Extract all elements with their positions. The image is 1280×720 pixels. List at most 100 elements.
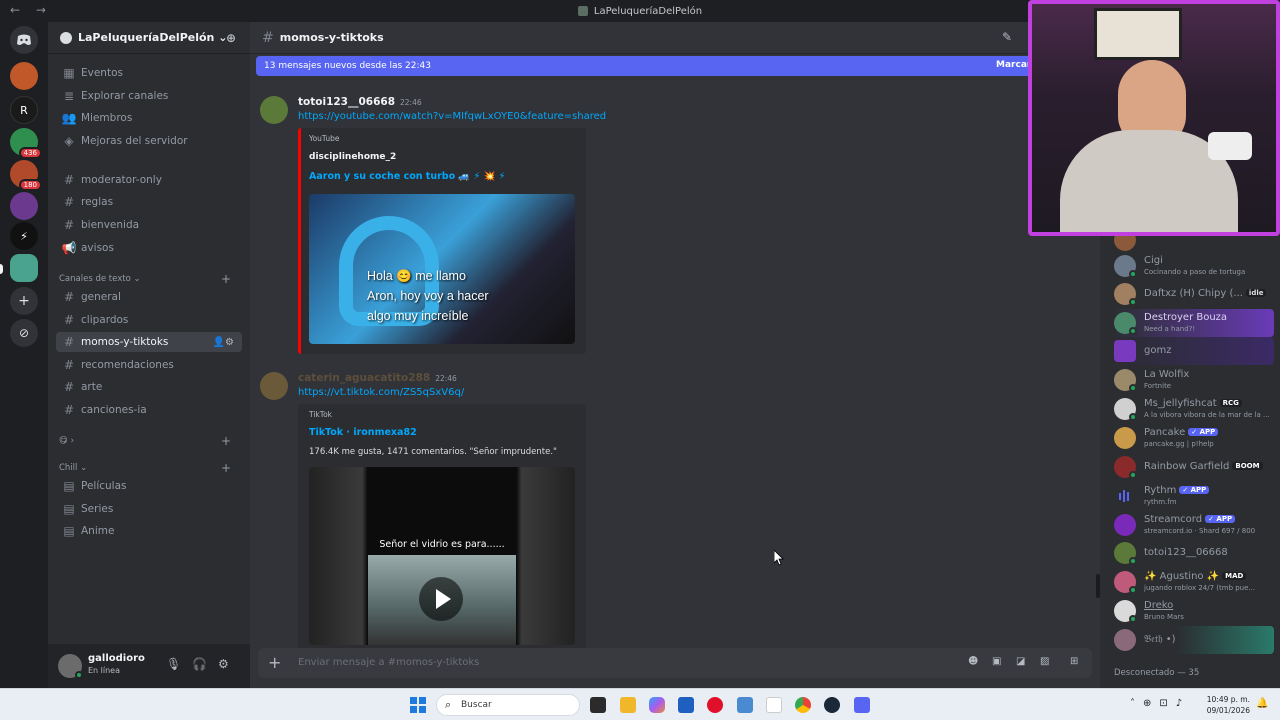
clock[interactable]: 10:49 p. m. 09/01/2026: [1207, 694, 1250, 716]
sidebar-item-eventos[interactable]: ▦ Eventos: [56, 63, 242, 83]
avatar: [1114, 427, 1136, 449]
invite-people-icon[interactable]: ⊕: [226, 31, 236, 45]
member-item[interactable]: Destroyer Bouza Need a hand?!: [1112, 309, 1274, 337]
browse-icon: ≣: [63, 89, 75, 103]
channel-anime[interactable]: ▤ Anime: [56, 521, 242, 541]
headphones-icon[interactable]: 🎧: [192, 657, 207, 671]
member-item[interactable]: totoi123__06668: [1112, 539, 1274, 567]
add-channel-icon[interactable]: +: [221, 272, 231, 286]
channel-peliculas[interactable]: ▤ Películas: [56, 476, 242, 496]
member-item[interactable]: Cigi Cocinando a paso de tortuga: [1112, 252, 1274, 280]
sidebar-item-mejoras[interactable]: ◈ Mejoras del servidor: [56, 131, 242, 151]
category-chill[interactable]: Chill ⌄ +: [59, 461, 241, 475]
microphone-icon[interactable]: 🎙: [166, 657, 181, 671]
steam-icon[interactable]: [824, 697, 840, 713]
channel-series[interactable]: ▤ Series: [56, 499, 242, 519]
member-item[interactable]: Ms_jellyfishcat RCG A la vibora vibora de …: [1112, 395, 1274, 423]
server-rail: R 436 180 ⚡ + ⊘: [0, 22, 48, 688]
task-view-icon[interactable]: [590, 697, 606, 713]
mention-badge: 180: [18, 179, 42, 191]
opera-icon[interactable]: [707, 697, 723, 713]
add-channel-icon[interactable]: +: [221, 434, 231, 448]
server-icon-6[interactable]: ⚡: [10, 222, 38, 250]
server-header[interactable]: LaPeluqueríaDelPelón ⌄ ⊕: [48, 22, 250, 54]
channel-arte[interactable]: # arte: [56, 377, 242, 397]
channel-general[interactable]: # general: [56, 287, 242, 307]
channel-recomendaciones[interactable]: # recomendaciones: [56, 355, 242, 375]
notifications-icon[interactable]: 🔔: [1256, 698, 1268, 709]
channel-clipardos[interactable]: # clipardos: [56, 310, 242, 330]
message-link[interactable]: https://youtube.com/watch?v=MIfqwLxOYE0&…: [298, 111, 606, 122]
clock-time: 10:49 p. m.: [1206, 695, 1250, 704]
gif-icon[interactable]: ▣: [992, 656, 1001, 667]
copilot-icon[interactable]: [649, 697, 665, 713]
member-item[interactable]: gomz: [1112, 337, 1274, 365]
channel-settings-icon[interactable]: 👤⚙: [213, 337, 234, 348]
channel-canciones-ia[interactable]: # canciones-ia: [56, 400, 242, 420]
emoji-picker-icon[interactable]: ☻: [968, 656, 978, 667]
embed-author[interactable]: disciplinehome_2: [309, 152, 396, 162]
hash-icon: #: [63, 173, 75, 187]
member-item[interactable]: Rainbow Garfield BOOM: [1112, 453, 1274, 481]
status-dot: [1129, 270, 1137, 278]
server-icon-selected[interactable]: [10, 254, 38, 282]
channel-reglas[interactable]: # reglas: [56, 192, 242, 212]
member-item[interactable]: 𝔅𝔢𝔱𝔥 •): [1112, 626, 1274, 654]
new-messages-bar[interactable]: 13 mensajes nuevos desde las 22:43 Marca…: [256, 56, 1046, 76]
member-item[interactable]: Rythm ✓ APP rythm.fm: [1112, 482, 1274, 510]
nav-arrows[interactable]: ← →: [10, 3, 52, 17]
server-icon-1[interactable]: [10, 62, 38, 90]
mention-badge: 436: [18, 147, 42, 159]
threads-icon[interactable]: ✎: [1002, 30, 1012, 44]
category-canales-de-texto[interactable]: Canales de texto ⌄ +: [59, 272, 241, 286]
server-icon-3[interactable]: 436: [10, 128, 42, 159]
hash-icon: #: [63, 403, 75, 417]
avatar[interactable]: [260, 372, 288, 400]
windows-start-icon[interactable]: [410, 697, 426, 713]
chrome-icon[interactable]: [795, 697, 811, 713]
member-item[interactable]: ✨ Agustino ✨ MAD jugando roblox 24/7 (tmb …: [1112, 568, 1274, 596]
channel-bienvenida[interactable]: # bienvenida: [56, 215, 242, 235]
discord-home-icon[interactable]: [10, 26, 38, 54]
video-thumbnail[interactable]: Hola 😊 me llamo Aron, hoy voy a hacer al…: [309, 194, 575, 344]
server-icon-5[interactable]: [10, 192, 38, 220]
category-emoji[interactable]: 😋 › +: [59, 434, 241, 448]
video-thumbnail[interactable]: Señor el vidrio es para......: [309, 467, 575, 645]
server-icon-2[interactable]: R: [10, 96, 38, 124]
message-composer[interactable]: + Enviar mensaje a #momos-y-tiktoks ☻ ▣ …: [258, 648, 1092, 678]
server-icon-4[interactable]: 180: [10, 160, 42, 191]
message-author[interactable]: caterin_aguacatito288 22:46: [298, 372, 457, 384]
system-tray[interactable]: ˄⊕⊡♪: [1130, 698, 1190, 709]
settings-gear-icon[interactable]: ⚙: [218, 657, 229, 671]
add-channel-icon[interactable]: +: [221, 461, 231, 475]
notepad-icon[interactable]: [766, 697, 782, 713]
add-attachment-icon[interactable]: +: [268, 653, 281, 672]
play-button[interactable]: [419, 577, 463, 621]
snipping-tool-icon[interactable]: [737, 697, 753, 713]
embed-title[interactable]: TikTok · ironmexa82: [309, 427, 417, 438]
message-author[interactable]: totoi123__06668 22:46: [298, 96, 422, 108]
member-item[interactable]: Daftxz (H) Chipy (... idle: [1112, 280, 1274, 308]
member-item[interactable]: Streamcord ✓ APP streamcord.io · Shard 697…: [1112, 511, 1274, 539]
channel-avisos[interactable]: 📢 avisos: [56, 238, 242, 258]
image-icon[interactable]: ▨: [1040, 656, 1049, 667]
discord-taskbar-icon[interactable]: [854, 697, 870, 713]
embed-title[interactable]: Aaron y su coche con turbo 🚙 ⚡ 💥 ⚡: [309, 171, 505, 182]
channel-momos-y-tiktoks[interactable]: # momos-y-tiktoks 👤⚙: [56, 332, 242, 352]
file-explorer-icon[interactable]: [620, 697, 636, 713]
member-item[interactable]: Dreko Bruno Mars: [1112, 597, 1274, 625]
server-name: LaPeluqueríaDelPelón ⌄: [78, 31, 228, 44]
sticker-icon[interactable]: ◪: [1016, 656, 1025, 667]
apps-icon[interactable]: ⊞: [1070, 656, 1078, 667]
avatar[interactable]: [260, 96, 288, 124]
discover-icon[interactable]: ⊘: [10, 319, 38, 347]
sidebar-item-miembros[interactable]: 👥 Miembros: [56, 108, 242, 128]
message-link[interactable]: https://vt.tiktok.com/ZS5qSxV6q/: [298, 387, 464, 398]
member-item[interactable]: La Wolfix Fortnite: [1112, 366, 1274, 394]
sidebar-item-explorar[interactable]: ≣ Explorar canales: [56, 86, 242, 106]
channel-moderator-only[interactable]: # moderator-only: [56, 170, 242, 190]
member-item[interactable]: Pancake ✓ APP pancake.gg | p!help: [1112, 424, 1274, 452]
add-server-icon[interactable]: +: [10, 287, 38, 315]
store-icon[interactable]: [678, 697, 694, 713]
taskbar-search[interactable]: ⌕ Buscar: [436, 694, 580, 716]
